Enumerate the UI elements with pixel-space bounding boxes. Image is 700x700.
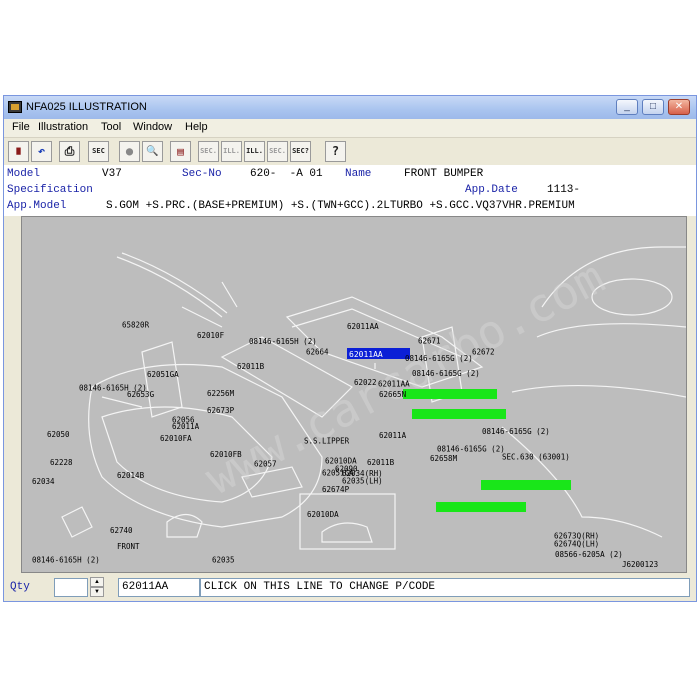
- menu-file[interactable]: File: [12, 121, 30, 133]
- part-label[interactable]: 08146-6165G (2): [412, 369, 480, 378]
- model-label: Model: [7, 168, 41, 180]
- part-label[interactable]: 08146-6165G (2): [405, 354, 473, 363]
- menu-bar: File Illustration Tool Window Help: [4, 119, 696, 137]
- title-bar[interactable]: NFA025 ILLUSTRATION _ □ ✕: [4, 96, 696, 119]
- name-value: FRONT BUMPER: [404, 168, 484, 180]
- highlight-green-2[interactable]: [412, 409, 506, 419]
- tool-help-icon[interactable]: ?: [325, 141, 346, 162]
- illustration-drawing: www.carcarbo.com 62011AA 62011AA62671626…: [32, 246, 687, 569]
- part-label[interactable]: 62035(LH): [342, 476, 383, 485]
- part-label[interactable]: 62014B: [117, 471, 145, 480]
- tool-sec-search-icon[interactable]: SEC?: [290, 141, 311, 162]
- maximize-button[interactable]: □: [642, 99, 664, 115]
- tool-doc-icon[interactable]: ▤: [170, 141, 191, 162]
- part-label[interactable]: 62011B: [237, 362, 265, 371]
- highlight-green-1[interactable]: [403, 389, 497, 399]
- qty-label: Qty: [10, 581, 30, 593]
- tool-magnify-icon[interactable]: 🔍: [142, 141, 163, 162]
- app-icon: [8, 101, 22, 113]
- tool-prev-sec-icon[interactable]: SEC.: [198, 141, 219, 162]
- close-button[interactable]: ✕: [668, 99, 690, 115]
- part-label[interactable]: 62672: [472, 348, 495, 357]
- highlight-green-4[interactable]: [436, 502, 526, 512]
- qty-up-icon[interactable]: ▲: [90, 577, 104, 587]
- part-label[interactable]: 62035: [212, 556, 235, 565]
- qty-input[interactable]: [54, 578, 88, 597]
- secno-value: 620- -A 01: [250, 168, 323, 180]
- change-pcode-line[interactable]: CLICK ON THIS LINE TO CHANGE P/CODE: [200, 578, 690, 597]
- part-label[interactable]: 08146-6165H (2): [249, 337, 317, 346]
- part-label[interactable]: 62664: [306, 348, 329, 357]
- tool-book-icon[interactable]: ▇: [8, 141, 29, 162]
- appdate-label: App.Date: [465, 184, 518, 196]
- part-label[interactable]: 65820R: [122, 320, 150, 329]
- part-label[interactable]: 62057: [254, 460, 277, 469]
- secno-label: Sec-No: [182, 168, 222, 180]
- part-label[interactable]: 08146-6165G (2): [437, 444, 505, 453]
- appmodel-label: App.Model: [7, 200, 67, 212]
- part-label[interactable]: 08146-6165H (2): [32, 556, 100, 565]
- name-label: Name: [345, 168, 372, 180]
- part-label[interactable]: 62010F: [197, 331, 225, 340]
- appmodel-value: S.GOM +S.PRC.(BASE+PREMIUM) +S.(TWN+GCC)…: [106, 200, 575, 212]
- part-label[interactable]: 62658M: [430, 454, 458, 463]
- part-label[interactable]: 62256M: [207, 389, 235, 398]
- tool-print-icon[interactable]: ⎙: [59, 141, 80, 162]
- part-label[interactable]: 62671: [418, 336, 441, 345]
- partcode-field[interactable]: 62011AA: [118, 578, 200, 597]
- part-label[interactable]: 62010DA: [325, 456, 357, 465]
- part-label[interactable]: 08566-6205A (2): [555, 550, 623, 559]
- menu-window[interactable]: Window: [133, 121, 172, 133]
- part-label[interactable]: 62011A: [172, 422, 200, 431]
- menu-tool[interactable]: Tool: [101, 121, 121, 133]
- part-label[interactable]: 62674P: [322, 485, 350, 494]
- part-label-group: 62011AA 62671 62672 62664 08146-6165G (2) 081…: [32, 320, 658, 569]
- specification-label: Specification: [7, 184, 93, 196]
- menu-help[interactable]: Help: [185, 121, 208, 133]
- tool-circle-icon[interactable]: ●: [119, 141, 140, 162]
- window-title: NFA025 ILLUSTRATION: [26, 101, 147, 113]
- status-bar: Qty ▲ ▼ 62011AA CLICK ON THIS LINE TO CH…: [4, 573, 696, 601]
- part-label[interactable]: 08146-6165G (2): [482, 427, 550, 436]
- part-label[interactable]: 62011AA: [347, 322, 379, 331]
- part-label[interactable]: 62674Q(LH): [554, 540, 599, 549]
- part-label[interactable]: 62034: [32, 477, 55, 486]
- highlight-green-3[interactable]: [481, 480, 571, 490]
- part-label[interactable]: 62010FA: [160, 434, 192, 443]
- parts-illustration[interactable]: www.carcarbo.com 62011AA 62011AA 62671 626…: [21, 216, 687, 573]
- highlight-blue-text[interactable]: 62011AA: [349, 350, 383, 359]
- part-label[interactable]: FRONT: [117, 542, 140, 551]
- part-label[interactable]: 62011AA: [378, 380, 410, 389]
- tool-next-ill-icon[interactable]: ILL.: [244, 141, 265, 162]
- part-label[interactable]: 62051GA: [147, 370, 179, 379]
- part-label[interactable]: 62022: [354, 378, 377, 387]
- illustration-window: NFA025 ILLUSTRATION _ □ ✕ File Illustrat…: [3, 95, 697, 602]
- tool-prev-ill-icon[interactable]: ILL.: [221, 141, 242, 162]
- menu-illustration[interactable]: Illustration: [38, 121, 88, 133]
- part-label[interactable]: 62011A: [379, 431, 407, 440]
- info-panel: Model V37 Sec-No 620- -A 01 Name FRONT B…: [4, 165, 696, 216]
- model-value: V37: [102, 168, 122, 180]
- part-label[interactable]: 62010DA: [307, 510, 339, 519]
- part-label[interactable]: S.S.LIPPER: [304, 436, 350, 445]
- part-label[interactable]: SEC.630 (63001): [502, 452, 570, 461]
- tool-undo-icon[interactable]: ↶: [31, 141, 52, 162]
- part-label[interactable]: 62011B: [367, 458, 395, 467]
- part-label[interactable]: 62228: [50, 458, 73, 467]
- part-label[interactable]: 62673P: [207, 406, 235, 415]
- toolbar: ▇ ↶ ⎙ SEC ● 🔍 ▤ SEC. ILL. ILL. SEC. SEC?…: [4, 137, 696, 166]
- tool-next-sec-icon[interactable]: SEC.: [267, 141, 288, 162]
- tool-sec-icon[interactable]: SEC: [88, 141, 109, 162]
- minimize-button[interactable]: _: [616, 99, 638, 115]
- part-label[interactable]: 62740: [110, 526, 133, 535]
- part-label[interactable]: 62050: [47, 430, 70, 439]
- part-label[interactable]: 62010FB: [210, 450, 242, 459]
- part-label[interactable]: 62665N: [379, 390, 406, 399]
- appdate-value: 1113-: [547, 184, 581, 196]
- part-label[interactable]: J6200123: [622, 560, 658, 569]
- qty-down-icon[interactable]: ▼: [90, 587, 104, 597]
- part-label[interactable]: 62653G: [127, 390, 155, 399]
